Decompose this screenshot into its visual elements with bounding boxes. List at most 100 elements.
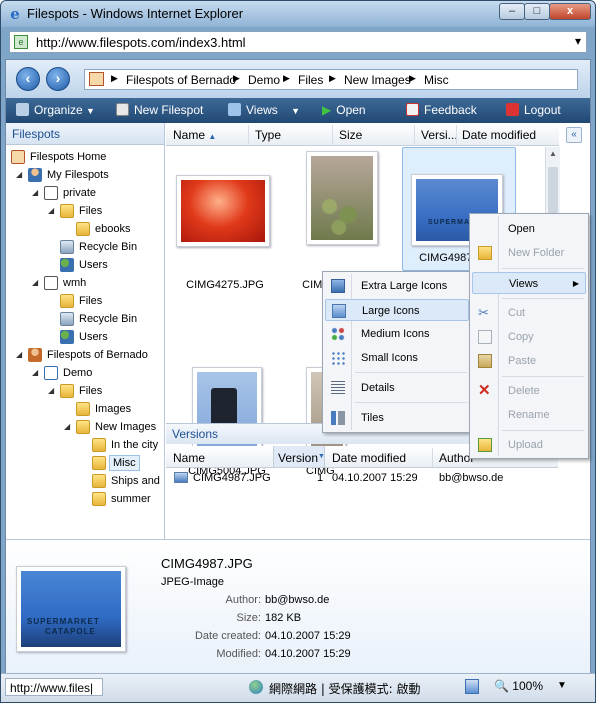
scroll-up-icon[interactable]: ▲ <box>549 149 557 158</box>
user-icon <box>28 168 42 182</box>
views-button[interactable]: Views ▼ <box>228 103 300 117</box>
tree-item-private[interactable]: ◢ private <box>6 184 164 202</box>
scrollbar-thumb[interactable] <box>548 167 558 213</box>
menu-item-upload[interactable]: Upload <box>470 434 586 456</box>
versions-row[interactable]: CIMG4987.JPG 1 04.10.2007 15:29 bb@bwso.… <box>166 470 558 488</box>
menu-item-cut[interactable]: ✂ Cut <box>470 302 586 324</box>
column-date-modified[interactable]: Date modified <box>462 128 536 142</box>
tree-item-files[interactable]: ◢ Files <box>6 202 164 220</box>
details-created-value: 04.10.2007 15:29 <box>265 630 351 642</box>
tree-item-ships-and[interactable]: Ships and <box>6 472 164 490</box>
logout-button[interactable]: Logout <box>506 103 561 117</box>
collapse-icon[interactable]: ◢ <box>32 188 41 197</box>
zoom-dropdown-icon[interactable]: ▼ <box>557 680 567 691</box>
collapse-icon[interactable]: ◢ <box>16 350 25 359</box>
security-zone[interactable]: 網際網路 | 受保護模式: 啟動 <box>269 680 421 697</box>
breadcrumb-item[interactable]: New Images <box>344 73 411 87</box>
tree-header: Filespots <box>6 123 164 145</box>
collapse-panel-icon[interactable]: « <box>566 127 582 143</box>
menu-item-paste[interactable]: Paste <box>470 350 586 372</box>
popup-blocker-icon[interactable] <box>465 679 479 694</box>
close-button[interactable]: x <box>549 3 591 20</box>
tree-item-users[interactable]: Users <box>6 328 164 346</box>
open-button[interactable]: ▶ Open <box>322 103 366 117</box>
collapse-icon[interactable]: ◢ <box>32 368 41 377</box>
tree-item-users[interactable]: Users <box>6 256 164 274</box>
details-view-icon <box>331 381 345 395</box>
new-filespot-button[interactable]: New Filespot <box>116 103 203 117</box>
menu-item-delete[interactable]: ✕ Delete <box>470 380 586 402</box>
tree-item-my-filespots[interactable]: ◢ My Filespots <box>6 166 164 184</box>
recycle-bin-icon <box>60 240 74 254</box>
maximize-button[interactable]: □ <box>524 3 550 20</box>
sort-asc-icon: ▲ <box>208 132 217 141</box>
menu-item-extra-large-icons[interactable]: Extra Large Icons <box>323 275 469 297</box>
collapse-icon[interactable]: ◢ <box>48 386 57 395</box>
zoom-control[interactable]: 🔍 100% <box>494 679 543 693</box>
address-dropdown-icon[interactable]: ▾ <box>575 34 581 48</box>
sort-desc-icon: ▼ <box>318 453 325 460</box>
versions-column-version[interactable]: Version ▼ <box>273 446 325 467</box>
tree-item-files[interactable]: ◢ Files <box>6 382 164 400</box>
breadcrumb-item[interactable]: Demo <box>248 73 280 87</box>
breadcrumb-item[interactable]: Misc <box>424 73 449 87</box>
menu-item-tiles[interactable]: Tiles <box>323 407 469 429</box>
tree-item-recycle-bin[interactable]: Recycle Bin <box>6 238 164 256</box>
tree-item-recycle-bin[interactable]: Recycle Bin <box>6 310 164 328</box>
thumbnail-sign-text: SUPERMARKET <box>27 617 100 626</box>
file-item[interactable]: CIMG4275.JPG <box>170 151 270 291</box>
tree-item-wmh[interactable]: ◢ wmh <box>6 274 164 292</box>
minimize-button[interactable]: – <box>499 3 525 20</box>
address-bar[interactable]: e http://www.filespots.com/index3.html ▾ <box>9 31 587 53</box>
menu-item-large-icons[interactable]: Large Icons <box>325 299 469 321</box>
collapse-icon[interactable]: ◢ <box>32 278 41 287</box>
organize-button[interactable]: Organize ▼ <box>16 103 95 117</box>
breadcrumb-separator-icon: ▶ <box>283 73 290 83</box>
tree-item-demo[interactable]: ◢ Demo <box>6 364 164 382</box>
home-icon[interactable] <box>89 72 104 86</box>
column-size[interactable]: Size <box>339 128 362 142</box>
column-divider <box>332 125 333 144</box>
details-modified-label: Modified: <box>216 648 261 660</box>
menu-item-open[interactable]: Open <box>470 218 586 240</box>
home-icon <box>11 150 25 164</box>
menu-item-details[interactable]: Details <box>323 377 469 399</box>
page-icon: e <box>14 35 28 49</box>
menu-item-small-icons[interactable]: Small Icons <box>323 347 469 369</box>
tree-item-filespots-home[interactable]: Filespots Home <box>6 148 164 166</box>
menu-item-copy[interactable]: Copy <box>470 326 586 348</box>
menu-item-new-folder[interactable]: New Folder <box>470 242 586 264</box>
tree-item-files[interactable]: Files <box>6 292 164 310</box>
versions-column-name[interactable]: Name <box>173 451 205 465</box>
new-filespot-icon <box>116 103 129 116</box>
image-file-icon <box>174 472 188 483</box>
tree-item-misc[interactable]: Misc <box>6 454 164 472</box>
folder-icon <box>92 438 106 452</box>
details-filename: CIMG4987.JPG <box>161 556 253 571</box>
forward-button[interactable]: › <box>46 67 70 91</box>
tree-item-new-images[interactable]: ◢ New Images <box>6 418 164 436</box>
collapse-icon[interactable]: ◢ <box>16 170 25 179</box>
breadcrumb-item[interactable]: Files <box>298 73 323 87</box>
breadcrumb-item[interactable]: Filespots of Bernado <box>126 73 236 87</box>
details-thumbnail-frame: SUPERMARKET CATAPOLE <box>16 566 126 652</box>
back-button[interactable]: ‹ <box>16 67 40 91</box>
feedback-button[interactable]: Feedback <box>406 103 477 117</box>
tree-item-ebooks[interactable]: ebooks <box>6 220 164 238</box>
column-name[interactable]: Name ▲ <box>173 128 216 142</box>
tree-item-images[interactable]: Images <box>6 400 164 418</box>
address-url[interactable]: http://www.filespots.com/index3.html <box>36 35 246 50</box>
column-type[interactable]: Type <box>255 128 281 142</box>
menu-item-medium-icons[interactable]: Medium Icons <box>323 323 469 345</box>
menu-item-views[interactable]: Views ▶ <box>472 272 586 294</box>
menu-item-rename[interactable]: Rename <box>470 404 586 426</box>
tree-item-summer[interactable]: summer <box>6 490 164 508</box>
folder-icon <box>60 294 74 308</box>
column-version[interactable]: Versi... <box>421 128 458 142</box>
versions-column-date[interactable]: Date modified <box>332 451 406 465</box>
collapse-icon[interactable]: ◢ <box>48 206 57 215</box>
collapse-icon[interactable]: ◢ <box>64 422 73 431</box>
tree-item-in-the-city[interactable]: In the city <box>6 436 164 454</box>
file-item[interactable]: CIMG4977.JPG <box>302 151 380 291</box>
tree-item-filespots-of-bernado[interactable]: ◢ Filespots of Bernado <box>6 346 164 364</box>
